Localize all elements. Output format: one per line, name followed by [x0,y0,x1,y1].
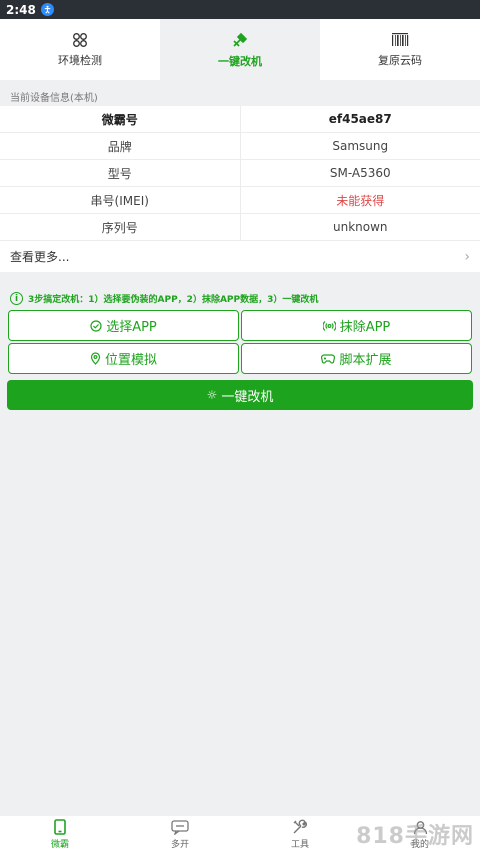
nav-label: 多开 [170,839,189,850]
nav-label: 微霸 [50,840,69,850]
info-icon: i [10,292,23,305]
sparkle-icon: ☼ [206,388,218,402]
location-pin-icon [90,352,101,365]
tab-label: 一键改机 [218,54,262,68]
select-app-label: 选择APP [106,320,157,335]
nav-item-multi-open[interactable]: 多开 [120,816,240,853]
device-info-table: 微霸号 ef45ae87 品牌 Samsung 型号 SM-A5360 串号(I… [0,106,480,272]
tab-restore-cloud-code[interactable]: 复原云码 [320,19,480,80]
select-app-button[interactable]: 选择APP [8,310,239,341]
nav-label: 工具 [290,840,309,850]
imei-label: 串号(IMEI) [0,187,241,213]
watermark-text: 818手游网 [356,824,474,849]
table-row: 串号(IMEI) 未能获得 [0,187,480,214]
brand-value: Samsung [332,139,389,153]
chevron-right-icon: › [464,248,470,265]
tab-environment-check[interactable]: 环境检测 [0,19,160,80]
brand-label: 品牌 [0,133,241,159]
steps-tip: i 3步搞定改机：1）选择要伪装的APP，2）抹除APP数据，3）一键改机 [10,292,318,305]
accessibility-icon [40,3,54,16]
status-time: 2:48 [6,2,36,17]
magic-wand-icon [233,32,248,47]
location-simulate-button[interactable]: 位置模拟 [8,343,239,374]
view-more-row[interactable]: 查看更多... › [0,241,480,272]
top-tabs: 环境检测 一键改机 复原云码 [0,19,480,80]
script-extend-label: 脚本扩展 [339,353,392,368]
model-label: 型号 [0,160,241,186]
glasses-icon [73,32,87,47]
imei-value: 未能获得 [336,193,385,208]
one-key-modify-label: 一键改机 [221,389,274,405]
check-circle-icon [90,319,102,332]
table-row: 微霸号 ef45ae87 [0,106,480,133]
device-id-label: 微霸号 [0,106,241,132]
nav-item-weiba[interactable]: 微霸 [0,816,120,853]
table-row: 型号 SM-A5360 [0,160,480,187]
table-row: 品牌 Samsung [0,133,480,160]
tab-one-key-modify[interactable]: 一键改机 [160,19,320,80]
erase-app-button[interactable]: 抹除APP [241,310,472,341]
one-key-modify-button[interactable]: ☼ 一键改机 [7,380,473,410]
table-row: 序列号 unknown [0,214,480,241]
serial-label: 序列号 [0,214,241,240]
device-section-title: 当前设备信息(本机) [10,93,98,104]
status-bar: 2:48 [0,0,480,19]
tools-icon [293,819,307,834]
signal-broadcast-icon [322,320,336,331]
chat-icon [171,819,189,835]
model-value: SM-A5360 [329,166,391,180]
barcode-icon [392,32,409,46]
serial-value: unknown [332,220,388,234]
gamepad-icon [321,353,336,364]
device-id-value: ef45ae87 [328,112,392,126]
steps-tip-text: 3步搞定改机：1）选择要伪装的APP，2）抹除APP数据，3）一键改机 [28,295,319,305]
tab-label: 复原云码 [378,53,422,67]
script-extend-button[interactable]: 脚本扩展 [241,343,472,374]
view-more-label: 查看更多... [10,250,70,264]
erase-app-label: 抹除APP [339,320,391,335]
nav-item-tools[interactable]: 工具 [240,816,360,853]
phone-icon [54,819,66,835]
tab-label: 环境检测 [58,53,102,67]
location-simulate-label: 位置模拟 [104,353,157,368]
